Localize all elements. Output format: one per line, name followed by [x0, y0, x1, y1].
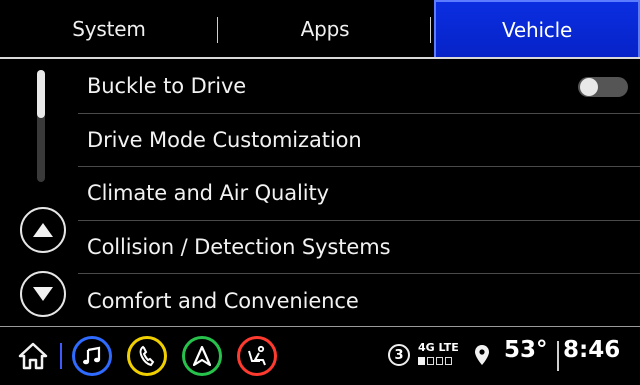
- list-item-drive-mode-customization[interactable]: Drive Mode Customization: [78, 114, 640, 167]
- bottom-bar: 3 4G LTE 53° 8:46: [0, 327, 640, 385]
- scrollbar-thumb[interactable]: [37, 70, 45, 118]
- location-pin-icon: [475, 345, 489, 365]
- scroll-down-button[interactable]: [20, 271, 66, 317]
- vehicle-settings-list: Buckle to Drive Drive Mode Customization…: [78, 60, 640, 328]
- tab-apps[interactable]: Apps: [218, 0, 432, 57]
- home-icon: [18, 342, 48, 370]
- audio-shortcut-button[interactable]: [72, 336, 112, 376]
- list-item-collision-detection-systems[interactable]: Collision / Detection Systems: [78, 221, 640, 274]
- list-item-label: Collision / Detection Systems: [87, 234, 391, 259]
- signal-bar: [445, 357, 452, 365]
- list-item-label: Drive Mode Customization: [87, 127, 362, 152]
- list-item-buckle-to-drive[interactable]: Buckle to Drive: [78, 60, 640, 114]
- phone-icon: [139, 345, 155, 367]
- seat-icon: [248, 345, 266, 366]
- toggle-knob: [580, 78, 598, 96]
- tab-apps-label: Apps: [300, 16, 350, 41]
- phone-shortcut-button[interactable]: [127, 336, 167, 376]
- top-tab-bar: System Apps Vehicle: [0, 0, 640, 59]
- tab-underline: [0, 57, 640, 59]
- tab-system[interactable]: System: [0, 0, 218, 57]
- seat-controls-shortcut-button[interactable]: [237, 336, 277, 376]
- list-item-label: Buckle to Drive: [87, 74, 247, 99]
- navigation-shortcut-button[interactable]: [182, 336, 222, 376]
- chevron-up-icon: [33, 223, 53, 237]
- list-item-label: Comfort and Convenience: [87, 288, 359, 313]
- list-item-label: Climate and Air Quality: [87, 181, 329, 206]
- list-item-comfort-and-convenience[interactable]: Comfort and Convenience: [78, 274, 640, 328]
- tab-system-label: System: [72, 16, 146, 41]
- home-separator: [60, 343, 62, 369]
- outside-temperature: 53°: [504, 337, 548, 363]
- signal-bar: [436, 357, 443, 365]
- chevron-down-icon: [33, 287, 53, 301]
- status-separator: [557, 341, 559, 371]
- signal-bar: [427, 357, 434, 365]
- navigation-icon: [193, 346, 211, 366]
- home-button[interactable]: [18, 342, 48, 370]
- tab-divider: [430, 17, 431, 43]
- scroll-up-button[interactable]: [20, 207, 66, 253]
- buckle-to-drive-toggle[interactable]: [578, 77, 628, 97]
- notification-count-badge[interactable]: 3: [388, 344, 410, 366]
- signal-bar: [418, 357, 425, 365]
- list-item-climate-and-air-quality[interactable]: Climate and Air Quality: [78, 167, 640, 221]
- network-type: 4G LTE: [418, 341, 459, 354]
- music-icon: [83, 346, 101, 365]
- clock[interactable]: 8:46: [563, 337, 620, 363]
- signal-strength-indicator: [418, 357, 452, 365]
- scrollbar-track[interactable]: [37, 70, 45, 182]
- tab-vehicle-label: Vehicle: [501, 17, 573, 42]
- tab-vehicle[interactable]: Vehicle: [434, 0, 640, 57]
